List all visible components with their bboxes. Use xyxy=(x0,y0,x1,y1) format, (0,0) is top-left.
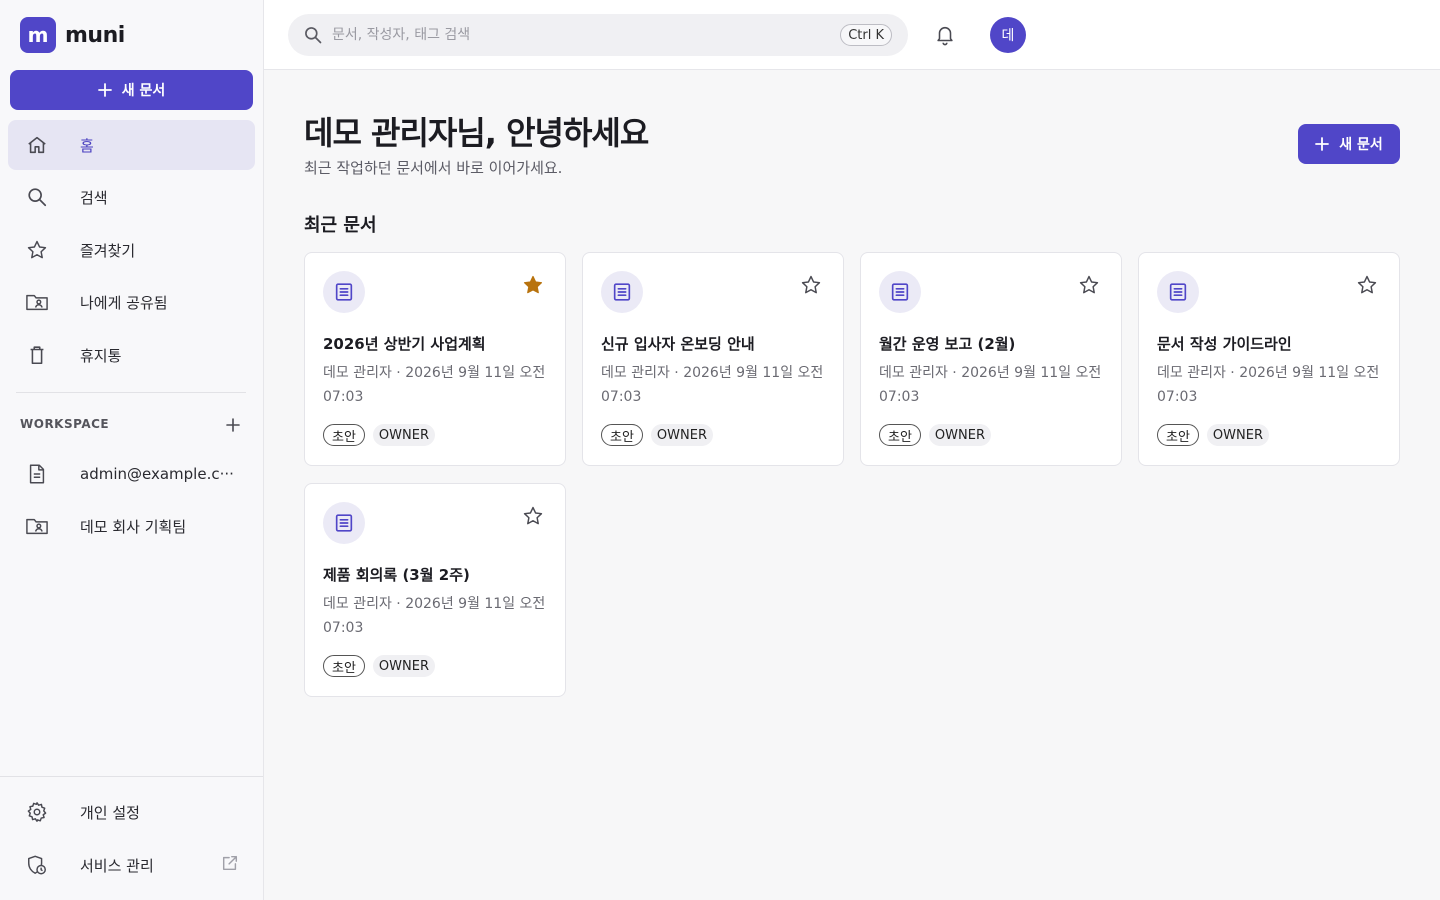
role-badge: OWNER xyxy=(928,424,991,446)
sidebar: m muni 새 문서 홈 검색 즐겨찾기 나에게 공유됨 휴지통 WORKSP… xyxy=(0,0,264,900)
document-meta: 데모 관리자 · 2026년 9월 11일 오전 07:03 xyxy=(323,596,546,636)
new-document-label: 새 문서 xyxy=(121,83,166,99)
role-badge: OWNER xyxy=(372,424,435,446)
document-meta: 데모 관리자 · 2026년 9월 11일 오전 07:03 xyxy=(323,365,546,405)
sidebar-item-label: 즐겨찾기 xyxy=(80,241,136,260)
status-badge: 초안 xyxy=(1157,424,1199,446)
recent-documents-heading: 최근 문서 xyxy=(304,215,377,236)
document-card[interactable]: 신규 입사자 온보딩 안내 데모 관리자 · 2026년 9월 11일 오전 0… xyxy=(582,252,844,466)
document-title: 2026년 상반기 사업계획 xyxy=(323,335,486,353)
workspace-heading: WORKSPACE xyxy=(20,417,110,431)
sidebar-item-search[interactable]: 검색 xyxy=(8,172,255,222)
sidebar-item-label: 나에게 공유됨 xyxy=(80,293,168,312)
document-icon xyxy=(1157,271,1199,313)
home-icon xyxy=(23,131,51,159)
external-link-icon[interactable] xyxy=(221,854,239,876)
search-input[interactable] xyxy=(332,27,812,43)
workspace-item-label: admin@example.c··· xyxy=(80,465,234,483)
notifications-button[interactable] xyxy=(932,22,958,48)
document-card[interactable]: 제품 회의록 (3월 2주) 데모 관리자 · 2026년 9월 11일 오전 … xyxy=(304,483,566,697)
brand[interactable]: m muni xyxy=(20,17,125,53)
sidebar-item-label: 개인 설정 xyxy=(80,803,140,822)
document-meta: 데모 관리자 · 2026년 9월 11일 오전 07:03 xyxy=(601,365,824,405)
plus-icon xyxy=(1315,137,1330,151)
add-workspace-button[interactable] xyxy=(222,414,244,436)
trash-icon xyxy=(23,341,51,369)
document-icon xyxy=(323,271,365,313)
role-badge: OWNER xyxy=(650,424,713,446)
status-badge: 초안 xyxy=(323,424,365,446)
shortcut-hint: Ctrl K xyxy=(840,24,892,46)
document-title: 신규 입사자 온보딩 안내 xyxy=(601,335,755,353)
sidebar-item-favorites[interactable]: 즐겨찾기 xyxy=(8,225,255,275)
document-icon xyxy=(323,502,365,544)
gear-icon xyxy=(23,798,51,826)
sidebar-item-label: 홈 xyxy=(80,136,94,155)
new-document-button[interactable]: 새 문서 xyxy=(1298,124,1400,164)
search-icon xyxy=(302,24,324,46)
sidebar-item-home[interactable]: 홈 xyxy=(8,120,255,170)
document-card[interactable]: 2026년 상반기 사업계획 데모 관리자 · 2026년 9월 11일 오전 … xyxy=(304,252,566,466)
status-badge: 초안 xyxy=(879,424,921,446)
workspace-item-label: 데모 회사 기획팀 xyxy=(80,517,187,536)
shared-folder-icon xyxy=(23,512,51,540)
new-document-button[interactable]: 새 문서 xyxy=(10,70,253,110)
top-bar: Ctrl K 데 xyxy=(264,0,1440,70)
page-title: 데모 관리자님, 안녕하세요 xyxy=(304,114,649,152)
app-name: muni xyxy=(65,22,125,48)
document-meta: 데모 관리자 · 2026년 9월 11일 오전 07:03 xyxy=(879,365,1102,405)
star-filled-icon[interactable] xyxy=(521,273,545,297)
new-document-label: 새 문서 xyxy=(1339,137,1383,153)
shared-folder-icon xyxy=(23,288,51,316)
bell-icon xyxy=(937,26,953,46)
search-icon xyxy=(23,183,51,211)
sidebar-item-settings[interactable]: 개인 설정 xyxy=(8,787,255,837)
document-title: 월간 운영 보고 (2월) xyxy=(879,335,1016,353)
app-logo: m xyxy=(20,17,56,53)
sidebar-item-label: 휴지통 xyxy=(80,346,122,365)
plus-icon xyxy=(97,83,112,97)
star-outline-icon[interactable] xyxy=(1355,273,1379,297)
sidebar-item-service-admin[interactable]: 서비스 관리 xyxy=(8,840,255,890)
role-badge: OWNER xyxy=(1206,424,1269,446)
status-badge: 초안 xyxy=(323,655,365,677)
document-icon xyxy=(601,271,643,313)
status-badge: 초안 xyxy=(601,424,643,446)
document-title: 문서 작성 가이드라인 xyxy=(1157,335,1292,353)
sidebar-item-trash[interactable]: 휴지통 xyxy=(8,330,255,380)
admin-shield-icon xyxy=(23,851,51,879)
sidebar-item-label: 서비스 관리 xyxy=(80,856,154,875)
document-meta: 데모 관리자 · 2026년 9월 11일 오전 07:03 xyxy=(1157,365,1380,405)
star-outline-icon[interactable] xyxy=(1077,273,1101,297)
avatar[interactable]: 데 xyxy=(990,17,1026,53)
workspace-item-personal[interactable]: admin@example.c··· xyxy=(8,449,255,499)
document-card[interactable]: 월간 운영 보고 (2월) 데모 관리자 · 2026년 9월 11일 오전 0… xyxy=(860,252,1122,466)
document-icon xyxy=(23,460,51,488)
workspace-item-planning-team[interactable]: 데모 회사 기획팀 xyxy=(8,501,255,551)
document-title: 제품 회의록 (3월 2주) xyxy=(323,566,470,584)
sidebar-item-label: 검색 xyxy=(80,188,108,207)
star-outline-icon[interactable] xyxy=(521,504,545,528)
star-outline-icon[interactable] xyxy=(799,273,823,297)
page-subtitle: 최근 작업하던 문서에서 바로 이어가세요. xyxy=(304,159,563,177)
document-icon xyxy=(879,271,921,313)
sidebar-bottom-divider xyxy=(0,776,263,777)
star-icon xyxy=(23,236,51,264)
plus-icon xyxy=(226,418,240,432)
role-badge: OWNER xyxy=(372,655,435,677)
document-card[interactable]: 문서 작성 가이드라인 데모 관리자 · 2026년 9월 11일 오전 07:… xyxy=(1138,252,1400,466)
sidebar-item-shared[interactable]: 나에게 공유됨 xyxy=(8,277,255,327)
sidebar-divider xyxy=(16,392,246,393)
search-bar[interactable]: Ctrl K xyxy=(288,14,908,56)
